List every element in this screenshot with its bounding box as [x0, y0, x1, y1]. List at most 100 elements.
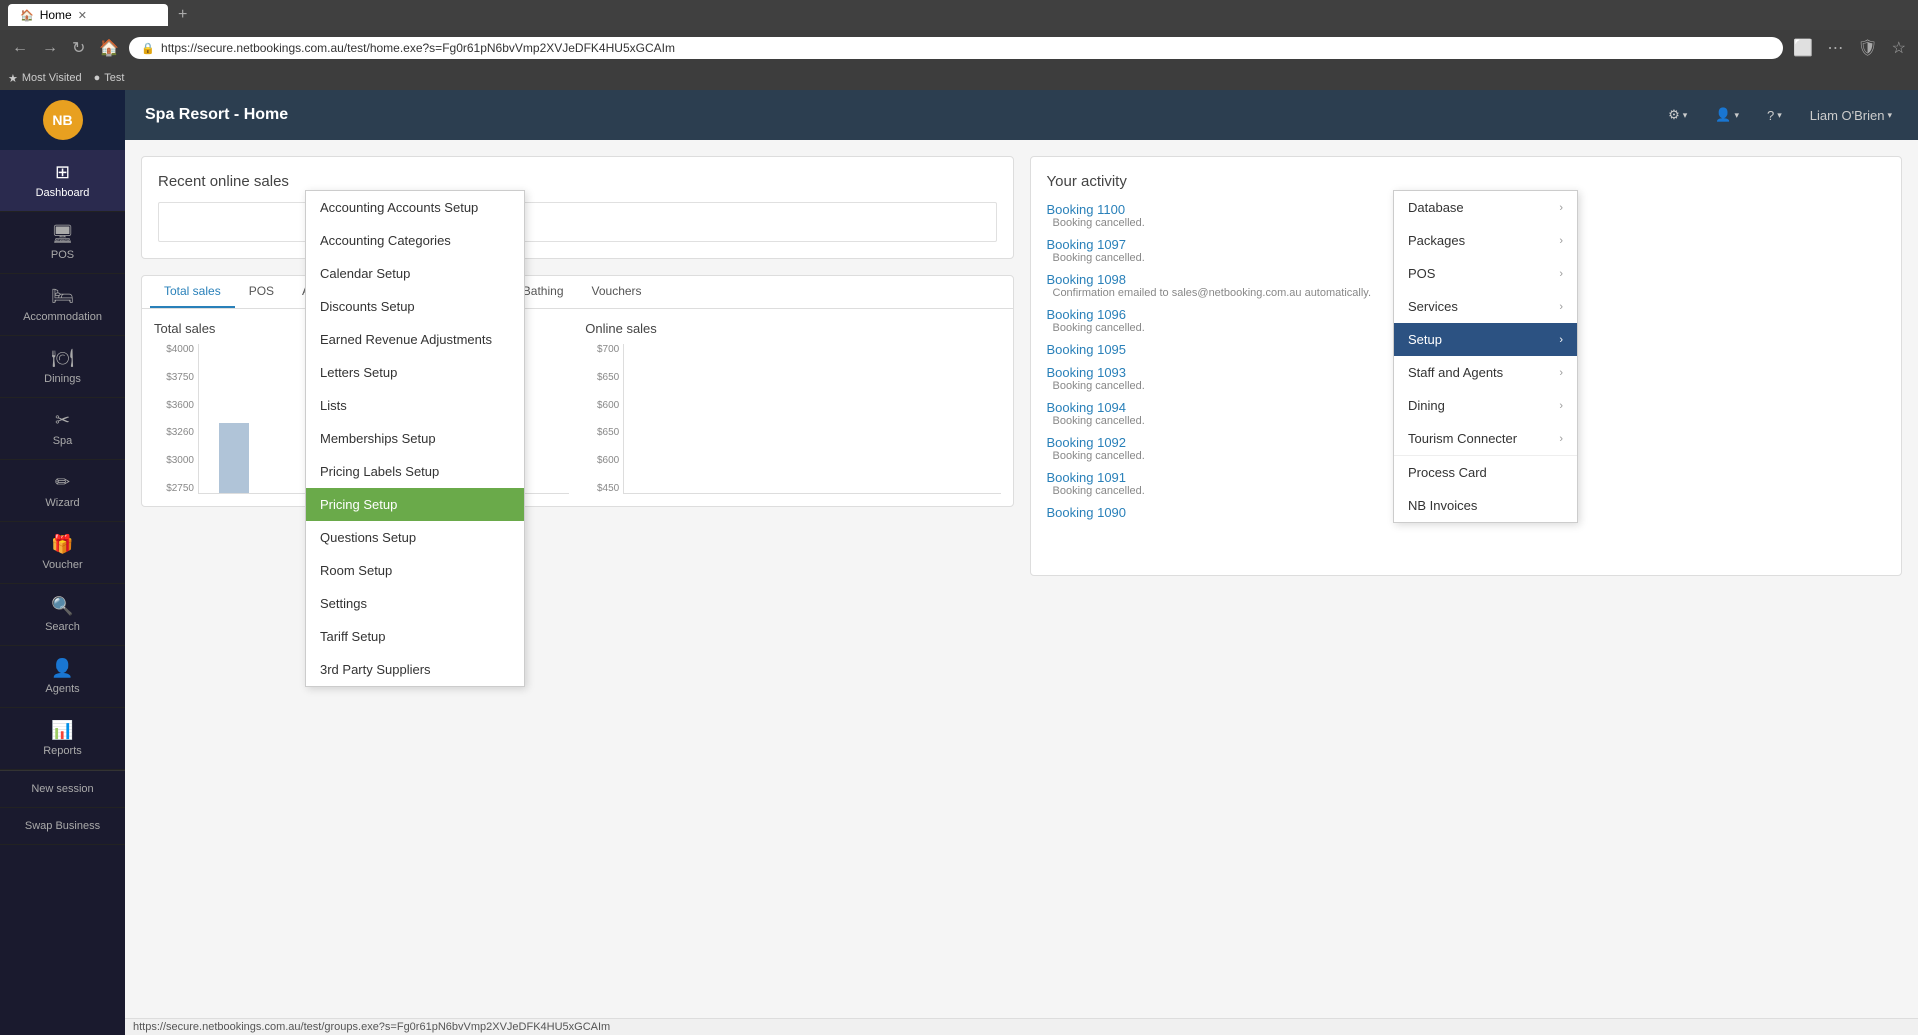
dropdown-item-staff-agents[interactable]: Staff and Agents ›	[1394, 356, 1577, 389]
reports-icon: 📊	[51, 720, 73, 741]
chevron-down-icon: ▾	[1683, 110, 1688, 121]
gear-icon: ⚙	[1668, 107, 1680, 123]
back-button[interactable]: ←	[8, 37, 32, 59]
settings-menu-button[interactable]: ⚙ ▾	[1662, 103, 1693, 127]
submenu-item-memberships-setup[interactable]: Memberships Setup	[306, 422, 524, 455]
header-actions: ⚙ ▾ 👤 ▾ ? ▾ Liam O'Brien ▾	[1662, 103, 1898, 127]
more-button[interactable]: ⋯	[1823, 36, 1847, 60]
dropdown-item-nb-invoices[interactable]: NB Invoices	[1394, 489, 1577, 522]
browser-tab[interactable]: 🏠 Home ✕	[8, 4, 168, 26]
sidebar-item-new-session[interactable]: New session	[0, 770, 125, 808]
dropdown-item-packages[interactable]: Packages ›	[1394, 224, 1577, 257]
dropdown-item-tourism-connecter[interactable]: Tourism Connecter ›	[1394, 422, 1577, 455]
dropdown-overlay: Database › Packages › POS › Services ›	[125, 140, 1918, 1018]
sidebar-item-voucher[interactable]: 🎁 Voucher	[0, 522, 125, 584]
spa-icon: ✂	[55, 410, 70, 431]
submenu-item-discounts-setup[interactable]: Discounts Setup	[306, 290, 524, 323]
submenu-item-tariff-setup[interactable]: Tariff Setup	[306, 620, 524, 653]
submenu-item-settings[interactable]: Settings	[306, 587, 524, 620]
star-icon[interactable]: ☆	[1888, 36, 1910, 60]
sidebar-item-reports[interactable]: 📊 Reports	[0, 708, 125, 770]
help-menu-button[interactable]: ? ▾	[1761, 104, 1788, 127]
submenu-item-3rd-party-suppliers[interactable]: 3rd Party Suppliers	[306, 653, 524, 686]
page-title: Home	[244, 106, 288, 123]
chevron-down-icon: ▾	[1777, 110, 1782, 121]
gear-dropdown-menu: Database › Packages › POS › Services ›	[1393, 190, 1578, 523]
app-logo: NB	[43, 100, 83, 140]
chevron-down-icon: ▾	[1734, 110, 1739, 121]
pos-icon: 🖥	[51, 224, 74, 245]
app-name: Spa Resort	[145, 106, 229, 123]
bookmark-most-visited[interactable]: ★ Most Visited	[8, 72, 82, 85]
sidebar-item-label: New session	[31, 783, 93, 795]
app-header-title: Spa Resort - Home	[145, 106, 288, 124]
user-menu-button[interactable]: 👤 ▾	[1709, 103, 1745, 127]
sidebar-item-wizard[interactable]: ✏ Wizard	[0, 460, 125, 522]
submenu-item-letters-setup[interactable]: Letters Setup	[306, 356, 524, 389]
bookmark-icon: ★	[8, 72, 18, 85]
submenu-item-lists[interactable]: Lists	[306, 389, 524, 422]
dropdown-item-dining[interactable]: Dining ›	[1394, 389, 1577, 422]
sidebar-item-search[interactable]: 🔍 Search	[0, 584, 125, 646]
submenu-item-accounting-accounts-setup[interactable]: Accounting Accounts Setup	[306, 191, 524, 224]
sidebar-item-dashboard[interactable]: ⊞ Dashboard	[0, 150, 125, 212]
dropdown-item-database[interactable]: Database ›	[1394, 191, 1577, 224]
arrow-icon: ›	[1559, 268, 1563, 280]
reader-view-button[interactable]: ⬜	[1789, 36, 1817, 60]
sidebar-item-dinings[interactable]: 🍽 Dinings	[0, 336, 125, 398]
sidebar-item-label: Voucher	[42, 559, 82, 571]
main-area: Spa Resort - Home ⚙ ▾ 👤 ▾ ? ▾ Liam	[125, 90, 1918, 1035]
dropdown-item-pos[interactable]: POS ›	[1394, 257, 1577, 290]
sidebar-item-label: Accommodation	[23, 311, 102, 323]
dropdown-item-process-card[interactable]: Process Card	[1394, 456, 1577, 489]
submenu-item-room-setup[interactable]: Room Setup	[306, 554, 524, 587]
submenu-item-questions-setup[interactable]: Questions Setup	[306, 521, 524, 554]
url-text: https://secure.netbookings.com.au/test/h…	[161, 41, 675, 55]
arrow-icon: ›	[1559, 400, 1563, 412]
sidebar-item-pos[interactable]: 🖥 POS	[0, 212, 125, 274]
tab-title: Home	[40, 8, 72, 22]
bookmark-icon: ●	[94, 72, 101, 84]
sidebar-item-label: Spa	[53, 435, 73, 447]
browser-chrome: 🏠 Home ✕ + ← → ↻ 🏠 🔒 https://secure.netb…	[0, 0, 1918, 90]
help-icon: ?	[1767, 108, 1774, 123]
sidebar-item-agents[interactable]: 👤 Agents	[0, 646, 125, 708]
sidebar-item-swap-business[interactable]: Swap Business	[0, 808, 125, 845]
app-layout: NB ⊞ Dashboard 🖥 POS 🛏 Accommodation 🍽 D…	[0, 90, 1918, 1035]
sidebar-item-label: Dashboard	[36, 187, 90, 199]
header-separator: -	[234, 106, 244, 123]
browser-titlebar: 🏠 Home ✕ +	[0, 0, 1918, 30]
dropdown-item-setup[interactable]: Setup ›	[1394, 323, 1577, 356]
dropdown-item-services[interactable]: Services ›	[1394, 290, 1577, 323]
agents-icon: 👤	[51, 658, 73, 679]
url-bar[interactable]: 🔒 https://secure.netbookings.com.au/test…	[129, 37, 1783, 59]
submenu-item-pricing-setup[interactable]: Pricing Setup	[306, 488, 524, 521]
home-button[interactable]: 🏠	[95, 36, 123, 60]
arrow-icon: ›	[1559, 433, 1563, 445]
sidebar-item-label: Dinings	[44, 373, 81, 385]
user-icon: 👤	[1715, 107, 1731, 123]
refresh-button[interactable]: ↻	[68, 36, 89, 60]
sidebar: NB ⊞ Dashboard 🖥 POS 🛏 Accommodation 🍽 D…	[0, 90, 125, 1035]
forward-button[interactable]: →	[38, 37, 62, 59]
arrow-icon: ›	[1559, 367, 1563, 379]
shield-icon[interactable]: 🛡	[1853, 36, 1881, 60]
sidebar-nav: ⊞ Dashboard 🖥 POS 🛏 Accommodation 🍽 Dini…	[0, 150, 125, 845]
user-name-button[interactable]: Liam O'Brien ▾	[1804, 104, 1898, 127]
sidebar-item-spa[interactable]: ✂ Spa	[0, 398, 125, 460]
new-tab-button[interactable]: +	[172, 4, 193, 26]
bookmark-test[interactable]: ● Test	[94, 72, 125, 84]
wizard-icon: ✏	[55, 472, 70, 493]
arrow-icon: ›	[1559, 202, 1563, 214]
dinings-icon: 🍽	[51, 348, 74, 369]
submenu-item-calendar-setup[interactable]: Calendar Setup	[306, 257, 524, 290]
sidebar-item-accommodation[interactable]: 🛏 Accommodation	[0, 274, 125, 336]
sidebar-item-label: Reports	[43, 745, 82, 757]
sidebar-item-label: POS	[51, 249, 74, 261]
submenu-item-earned-revenue-adjustments[interactable]: Earned Revenue Adjustments	[306, 323, 524, 356]
submenu-item-accounting-categories[interactable]: Accounting Categories	[306, 224, 524, 257]
submenu-item-pricing-labels-setup[interactable]: Pricing Labels Setup	[306, 455, 524, 488]
search-icon: 🔍	[51, 596, 73, 617]
tab-close-button[interactable]: ✕	[78, 9, 87, 22]
app-header: Spa Resort - Home ⚙ ▾ 👤 ▾ ? ▾ Liam	[125, 90, 1918, 140]
